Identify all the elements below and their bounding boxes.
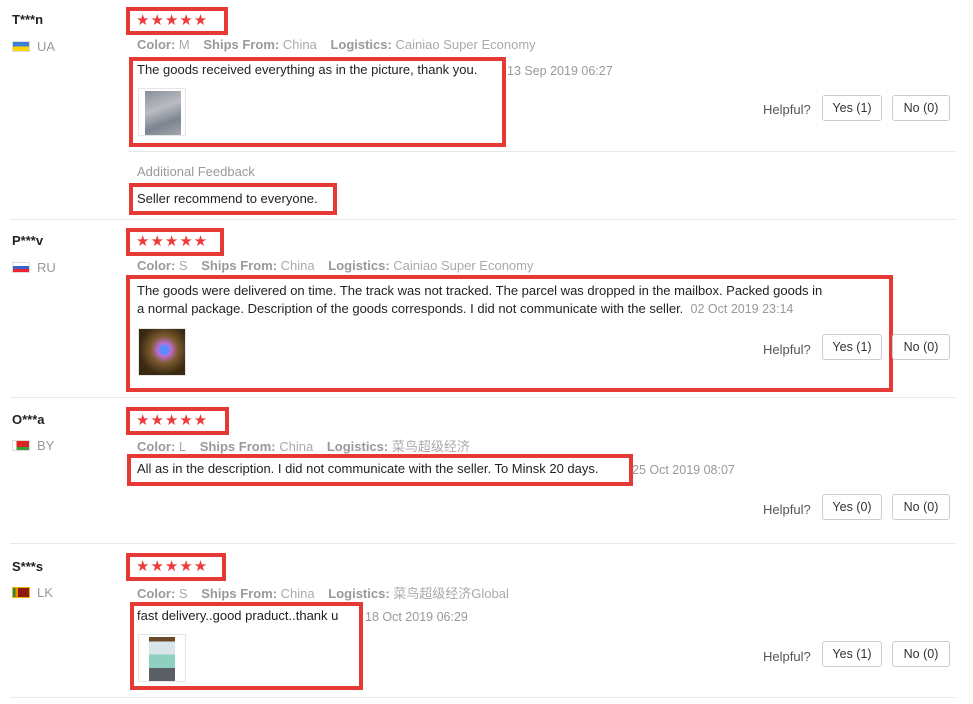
flag-icon (12, 440, 30, 451)
divider (10, 219, 956, 220)
flag-icon (12, 587, 30, 598)
review-date: 25 Oct 2019 08:07 (632, 463, 735, 477)
review-text: The goods were delivered on time. The tr… (137, 283, 823, 316)
review-photo[interactable] (138, 328, 186, 376)
helpful-label: Helpful? (763, 102, 811, 117)
divider (10, 397, 956, 398)
helpful-label: Helpful? (763, 342, 811, 357)
review-date: 13 Sep 2019 06:27 (507, 64, 613, 78)
order-details: Color: M Ships From: China Logistics: Ca… (137, 37, 536, 52)
helpful-yes-button[interactable]: Yes (0) (822, 494, 882, 520)
additional-feedback-text: Seller recommend to everyone. (137, 191, 318, 206)
reviewer-name: O***a (12, 412, 45, 427)
helpful-label: Helpful? (763, 502, 811, 517)
divider (10, 697, 956, 698)
star-rating: ★★★★★ (126, 553, 226, 581)
country-code: RU (37, 260, 56, 275)
reviewer-name: S***s (12, 559, 44, 574)
helpful-yes-button[interactable]: Yes (1) (822, 641, 882, 667)
helpful-yes-button[interactable]: Yes (1) (822, 95, 882, 121)
reviewer-name: P***v (12, 233, 44, 248)
country-code: LK (37, 585, 53, 600)
helpful-no-button[interactable]: No (0) (892, 641, 950, 667)
reviewer-name: T***n (12, 12, 44, 27)
star-rating: ★★★★★ (126, 407, 229, 435)
country-code: UA (37, 39, 56, 54)
reviewer-country: BY (12, 438, 54, 453)
helpful-yes-button[interactable]: Yes (1) (822, 334, 882, 360)
helpful-no-button[interactable]: No (0) (892, 494, 950, 520)
additional-feedback-label: Additional Feedback (137, 164, 255, 179)
helpful-label: Helpful? (763, 649, 811, 664)
review-date: 02 Oct 2019 23:14 (690, 302, 794, 316)
review-date: 18 Oct 2019 06:29 (365, 610, 468, 624)
star-rating: ★★★★★ (126, 228, 224, 256)
review-photo[interactable] (138, 88, 186, 136)
review-text: fast delivery..good praduct..thank u (137, 608, 339, 623)
star-rating: ★★★★★ (126, 7, 228, 35)
divider (10, 543, 956, 544)
helpful-no-button[interactable]: No (0) (892, 95, 950, 121)
helpful-no-button[interactable]: No (0) (892, 334, 950, 360)
order-details: Color: S Ships From: China Logistics: 菜鸟… (137, 586, 509, 601)
review-photo[interactable] (138, 634, 186, 682)
reviewer-country: UA (12, 39, 55, 54)
country-code: BY (37, 438, 55, 453)
reviewer-country: RU (12, 260, 56, 275)
flag-icon (12, 41, 30, 52)
order-details: Color: S Ships From: China Logistics: Ca… (137, 258, 534, 273)
review-text: The goods received everything as in the … (137, 62, 478, 77)
review-text: All as in the description. I did not com… (137, 461, 599, 476)
order-details: Color: L Ships From: China Logistics: 菜鸟… (137, 439, 470, 454)
reviewer-country: LK (12, 585, 53, 600)
divider (129, 151, 956, 152)
flag-icon (12, 262, 30, 273)
